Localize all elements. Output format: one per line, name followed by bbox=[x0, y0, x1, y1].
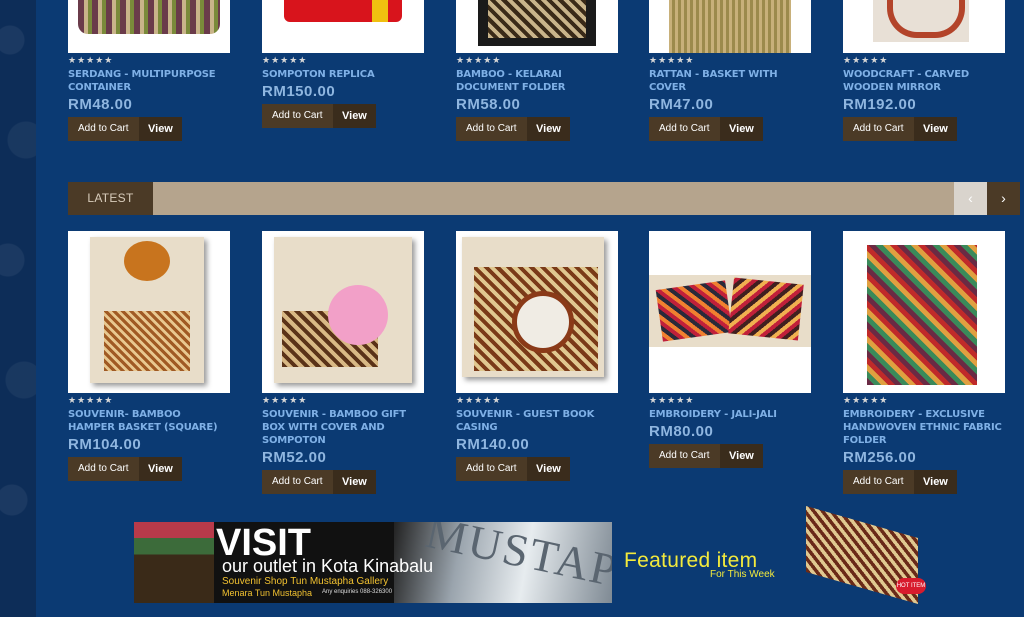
add-to-cart-button[interactable]: Add to Cart bbox=[456, 457, 527, 481]
product-price: RM256.00 bbox=[843, 449, 917, 466]
product-card: ★★★★★ BAMBOO - KELARAI DOCUMENT FOLDER R… bbox=[456, 0, 618, 141]
product-price: RM58.00 bbox=[456, 96, 521, 113]
view-button[interactable]: View bbox=[139, 117, 182, 141]
view-button[interactable]: View bbox=[333, 470, 376, 494]
product-name[interactable]: EMBROIDERY - EXCLUSIVE HANDWOVEN ETHNIC … bbox=[843, 408, 1005, 447]
view-button[interactable]: View bbox=[914, 470, 957, 494]
add-to-cart-button[interactable]: Add to Cart bbox=[262, 470, 333, 494]
rating-stars: ★★★★★ bbox=[68, 395, 114, 405]
featured-subtitle: For This Week bbox=[710, 569, 775, 580]
main-content: ★★★★★ SERDANG - MULTIPURPOSE CONTAINER R… bbox=[36, 0, 1024, 617]
add-to-cart-button[interactable]: Add to Cart bbox=[68, 117, 139, 141]
product-card: ★★★★★ WOODCRAFT - CARVED WOODEN MIRROR R… bbox=[843, 0, 1005, 141]
product-price: RM150.00 bbox=[262, 83, 336, 100]
banner-enquiries: Any enquiries 088-326300 bbox=[322, 589, 393, 595]
view-button[interactable]: View bbox=[720, 117, 763, 141]
banner-shop-name: Souvenir Shop Tun Mustapha Gallery bbox=[222, 576, 389, 587]
product-name[interactable]: SOUVENIR - GUEST BOOK CASING bbox=[456, 408, 618, 434]
product-image[interactable] bbox=[843, 0, 1005, 53]
product-price: RM47.00 bbox=[649, 96, 714, 113]
add-to-cart-button[interactable]: Add to Cart bbox=[456, 117, 527, 141]
rating-stars: ★★★★★ bbox=[456, 55, 502, 65]
chevron-left-icon[interactable]: ‹ bbox=[954, 182, 987, 215]
view-button[interactable]: View bbox=[333, 104, 376, 128]
chevron-right-icon[interactable]: › bbox=[987, 182, 1020, 215]
product-card: ★★★★★ SOUVENIR - BAMBOO GIFT BOX WITH CO… bbox=[262, 231, 424, 494]
product-card: ★★★★★ SOUVENIR- BAMBOO HAMPER BASKET (SQ… bbox=[68, 231, 230, 481]
product-image[interactable] bbox=[456, 0, 618, 53]
product-price: RM52.00 bbox=[262, 449, 327, 466]
view-button[interactable]: View bbox=[914, 117, 957, 141]
product-card: ★★★★★ RATTAN - BASKET WITH COVER RM47.00… bbox=[649, 0, 811, 141]
product-name[interactable]: BAMBOO - KELARAI DOCUMENT FOLDER bbox=[456, 68, 618, 94]
add-to-cart-button[interactable]: Add to Cart bbox=[649, 444, 720, 468]
product-price: RM192.00 bbox=[843, 96, 917, 113]
rating-stars: ★★★★★ bbox=[456, 395, 502, 405]
visit-outlet-banner[interactable]: MUSTAPHA VISIT our outlet in Kota Kinaba… bbox=[134, 522, 612, 603]
product-price: RM140.00 bbox=[456, 436, 530, 453]
product-name[interactable]: SOUVENIR- BAMBOO HAMPER BASKET (SQUARE) bbox=[68, 408, 230, 434]
add-to-cart-button[interactable]: Add to Cart bbox=[262, 104, 333, 128]
product-price: RM104.00 bbox=[68, 436, 142, 453]
product-name[interactable]: SOMPOTON REPLICA bbox=[262, 68, 424, 81]
product-image[interactable] bbox=[456, 231, 618, 393]
rating-stars: ★★★★★ bbox=[843, 395, 889, 405]
latest-section-bar: LATEST ‹ › bbox=[68, 182, 1020, 215]
add-to-cart-button[interactable]: Add to Cart bbox=[649, 117, 720, 141]
banner-location: Menara Tun Mustapha bbox=[222, 588, 313, 598]
product-name[interactable]: WOODCRAFT - CARVED WOODEN MIRROR bbox=[843, 68, 1005, 94]
product-name[interactable]: RATTAN - BASKET WITH COVER bbox=[649, 68, 811, 94]
product-image[interactable] bbox=[262, 231, 424, 393]
rating-stars: ★★★★★ bbox=[649, 395, 695, 405]
product-image[interactable] bbox=[262, 0, 424, 53]
product-card: ★★★★★ EMBROIDERY - EXCLUSIVE HANDWOVEN E… bbox=[843, 231, 1005, 494]
product-image[interactable] bbox=[68, 231, 230, 393]
banner-outlet-text: our outlet in Kota Kinabalu bbox=[222, 556, 434, 576]
stall-image bbox=[134, 522, 214, 603]
add-to-cart-button[interactable]: Add to Cart bbox=[843, 470, 914, 494]
product-card: ★★★★★ SOMPOTON REPLICA RM150.00 Add to C… bbox=[262, 0, 424, 128]
hot-item-badge: HOT ITEM bbox=[896, 578, 926, 594]
product-name[interactable]: EMBROIDERY - JALI-JALI bbox=[649, 408, 811, 421]
rating-stars: ★★★★★ bbox=[262, 395, 308, 405]
product-image[interactable] bbox=[843, 231, 1005, 393]
product-card: ★★★★★ SERDANG - MULTIPURPOSE CONTAINER R… bbox=[68, 0, 230, 141]
product-image[interactable] bbox=[649, 231, 811, 393]
view-button[interactable]: View bbox=[527, 117, 570, 141]
add-to-cart-button[interactable]: Add to Cart bbox=[843, 117, 914, 141]
product-name[interactable]: SERDANG - MULTIPURPOSE CONTAINER bbox=[68, 68, 230, 94]
latest-tab[interactable]: LATEST bbox=[68, 182, 153, 215]
add-to-cart-button[interactable]: Add to Cart bbox=[68, 457, 139, 481]
view-button[interactable]: View bbox=[527, 457, 570, 481]
product-name[interactable]: SOUVENIR - BAMBOO GIFT BOX WITH COVER AN… bbox=[262, 408, 424, 447]
view-button[interactable]: View bbox=[139, 457, 182, 481]
product-card: ★★★★★ SOUVENIR - GUEST BOOK CASING RM140… bbox=[456, 231, 618, 481]
rating-stars: ★★★★★ bbox=[68, 55, 114, 65]
rating-stars: ★★★★★ bbox=[649, 55, 695, 65]
product-price: RM48.00 bbox=[68, 96, 133, 113]
product-image[interactable] bbox=[649, 0, 811, 53]
product-image[interactable] bbox=[68, 0, 230, 53]
product-card: ★★★★★ EMBROIDERY - JALI-JALI RM80.00 Add… bbox=[649, 231, 811, 468]
rating-stars: ★★★★★ bbox=[262, 55, 308, 65]
side-decorative-pattern bbox=[0, 0, 36, 617]
rating-stars: ★★★★★ bbox=[843, 55, 889, 65]
product-price: RM80.00 bbox=[649, 423, 714, 440]
view-button[interactable]: View bbox=[720, 444, 763, 468]
